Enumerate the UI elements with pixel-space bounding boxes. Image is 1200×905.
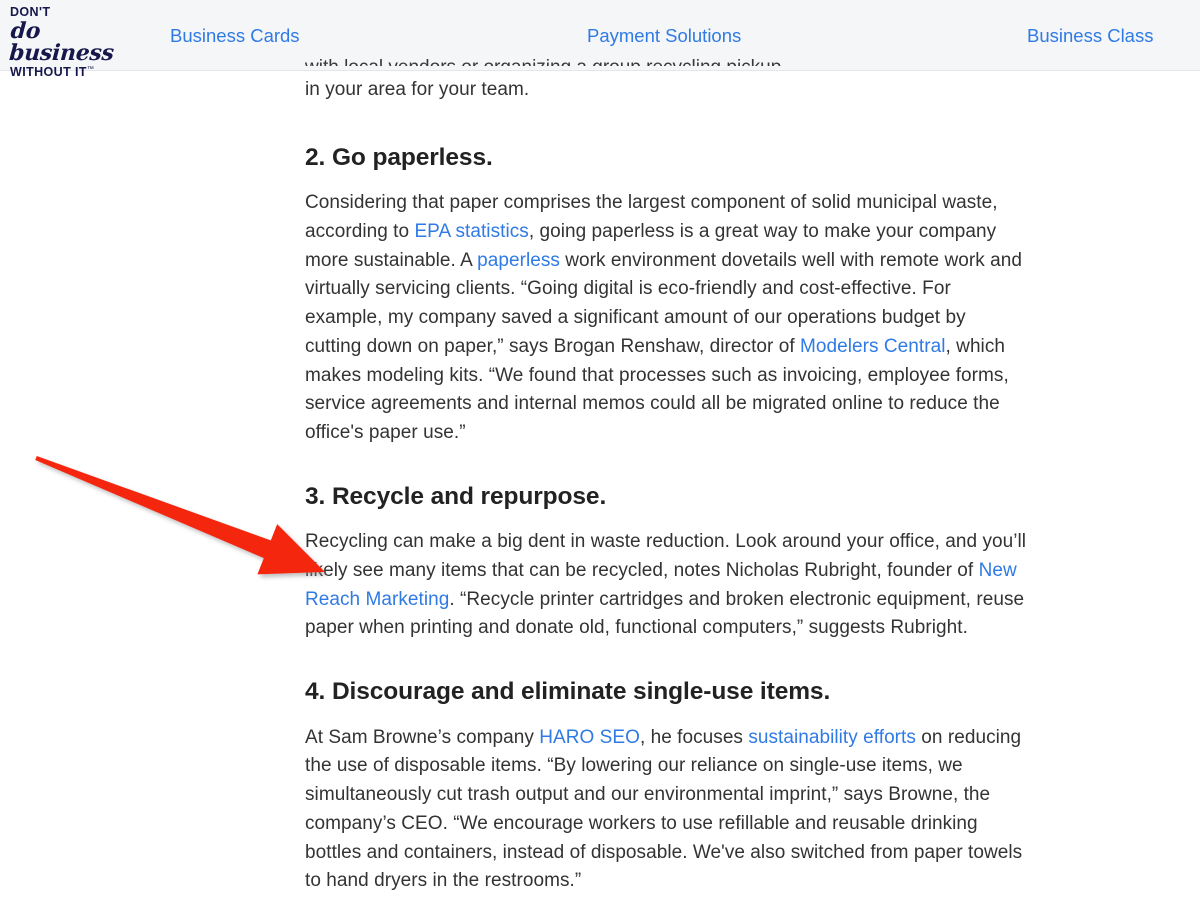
nav-link-business-class[interactable]: Business Class [1027, 25, 1153, 47]
text-fragment: Recycling can make a big dent in waste r… [305, 531, 1027, 581]
logo-line-without-it: WITHOUT IT™ [10, 64, 130, 79]
section-paragraph-3: Recycling can make a big dent in waste r… [305, 528, 1027, 643]
logo-line-do-business: do business [8, 17, 115, 66]
nav-link-business-cards[interactable]: Business Cards [170, 25, 300, 47]
section-paragraph-2: Considering that paper comprises the lar… [305, 189, 1027, 447]
link-haro-seo[interactable]: HARO SEO [539, 727, 640, 748]
link-modelers-central[interactable]: Modelers Central [800, 336, 945, 357]
text-fragment: At Sam Browne’s company [305, 726, 540, 748]
link-sustainability-efforts[interactable]: sustainability efforts [748, 727, 916, 748]
section-heading-4: 4. Discourage and eliminate single-use i… [305, 678, 831, 706]
section-heading-3: 3. Recycle and repurpose. [305, 482, 607, 510]
intro-paragraph-continuation: in your area for your team. [305, 79, 530, 100]
section-paragraph-4: At Sam Browne’s company HARO SEO, he foc… [305, 724, 1027, 896]
text-fragment: , he focuses [639, 726, 749, 748]
link-epa-statistics[interactable]: EPA statistics [414, 221, 528, 242]
logo-line-dont: DON'T [10, 5, 51, 19]
article-content: with local vendors or organizing a group… [305, 57, 1027, 896]
site-logo[interactable]: DON'T do business WITHOUT IT™ [8, 5, 130, 79]
nav-link-payment-solutions[interactable]: Payment Solutions [587, 25, 741, 47]
logo-without-it-text: WITHOUT IT [10, 64, 87, 79]
section-heading-2: 2. Go paperless. [305, 143, 493, 171]
text-fragment: on reducing the use of disposable items.… [305, 726, 1023, 892]
link-paperless[interactable]: paperless [477, 250, 560, 271]
logo-trademark-symbol: ™ [86, 65, 95, 73]
clipped-previous-line: with local vendors or organizing a group… [305, 54, 1027, 66]
